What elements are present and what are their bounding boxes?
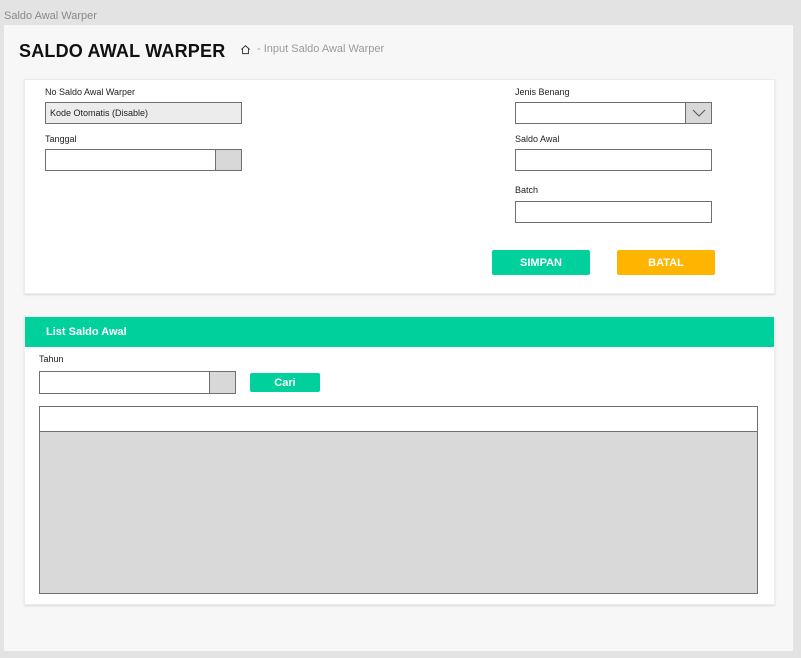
tanggal-field[interactable] xyxy=(45,149,242,171)
breadcrumb: - Input Saldo Awal Warper xyxy=(240,43,384,55)
tahun-label: Tahun xyxy=(39,354,64,364)
batal-button[interactable]: BATAL xyxy=(617,250,715,275)
frame-label: Saldo Awal Warper xyxy=(4,10,97,22)
page-title: SALDO AWAL WARPER xyxy=(19,41,226,61)
jenis-benang-select[interactable] xyxy=(515,102,712,124)
page: SALDO AWAL WARPER - Input Saldo Awal War… xyxy=(4,25,793,651)
saldo-table xyxy=(39,406,758,594)
cari-button[interactable]: Cari xyxy=(250,373,320,392)
tanggal-label: Tanggal xyxy=(45,134,77,144)
list-header: List Saldo Awal xyxy=(25,317,774,347)
input-form-card: No Saldo Awal Warper Kode Otomatis (Disa… xyxy=(24,79,775,294)
no-saldo-label: No Saldo Awal Warper xyxy=(45,87,136,97)
jenis-benang-label: Jenis Benang xyxy=(515,87,570,97)
simpan-button[interactable]: SIMPAN xyxy=(492,250,590,275)
chevron-down-icon[interactable] xyxy=(685,103,711,123)
table-header-row xyxy=(40,407,757,432)
no-saldo-field: Kode Otomatis (Disable) xyxy=(45,102,242,124)
list-card: List Saldo Awal Tahun Cari xyxy=(24,316,775,605)
batch-input[interactable] xyxy=(515,201,712,223)
breadcrumb-text: - Input Saldo Awal Warper xyxy=(257,43,385,55)
saldo-awal-input[interactable] xyxy=(515,149,712,171)
batch-label: Batch xyxy=(515,185,539,195)
date-picker-button[interactable] xyxy=(215,150,241,170)
tahun-field[interactable] xyxy=(39,371,236,394)
tahun-picker-button[interactable] xyxy=(209,372,235,393)
home-icon[interactable] xyxy=(240,44,251,55)
saldo-awal-label: Saldo Awal xyxy=(515,134,560,144)
